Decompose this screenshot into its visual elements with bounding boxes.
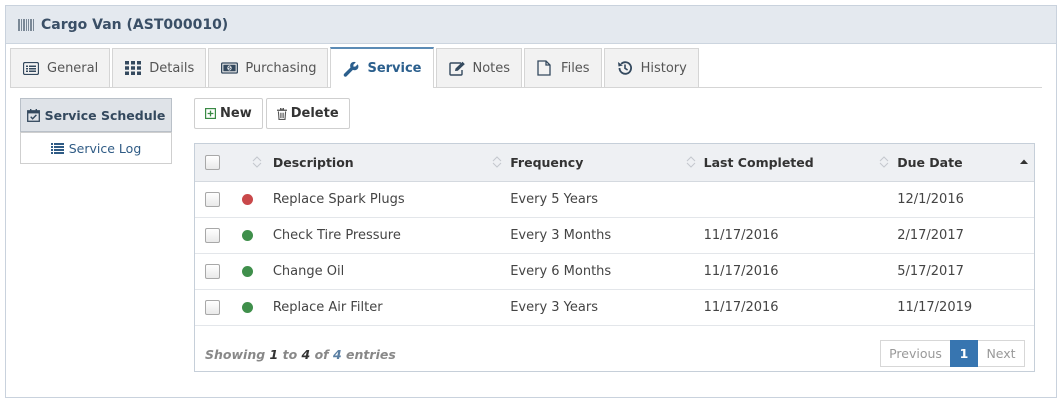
trash-icon xyxy=(276,107,287,120)
tab-service-label: Service xyxy=(367,61,422,76)
barcode-icon xyxy=(18,18,34,31)
row-due-date: 11/17/2019 xyxy=(897,299,973,315)
column-header-last-completed-label: Last Completed xyxy=(703,155,814,170)
new-button[interactable]: New xyxy=(194,98,263,129)
new-button-label: New xyxy=(220,106,252,121)
table-row[interactable]: Replace Air Filter Every 3 Years 11/17/2… xyxy=(195,289,1034,325)
tab-details[interactable]: Details xyxy=(112,48,207,87)
row-description: Check Tire Pressure xyxy=(272,227,401,243)
row-due-date: 12/1/2016 xyxy=(897,191,964,207)
sort-both-icon xyxy=(252,156,262,168)
tab-purchasing[interactable]: $ Purchasing xyxy=(208,48,329,87)
column-header-frequency[interactable]: Frequency xyxy=(510,144,704,182)
entries-info-of-word: of xyxy=(314,347,329,362)
page-1-button[interactable]: 1 xyxy=(950,340,978,367)
row-last-completed xyxy=(704,181,898,217)
sort-both-icon xyxy=(686,156,695,168)
row-due-date: 2/17/2017 xyxy=(897,227,964,243)
plus-square-icon xyxy=(205,108,216,119)
entries-info-to: 4 xyxy=(301,347,311,362)
tab-notes-label: Notes xyxy=(472,60,511,76)
table-row[interactable]: Change Oil Every 6 Months 11/17/2016 5/1… xyxy=(195,253,1034,289)
tab-purchasing-label: Purchasing xyxy=(245,60,317,76)
service-side-nav: Service Schedule Service Log xyxy=(20,98,172,164)
history-icon xyxy=(617,61,634,76)
calendar-check-icon xyxy=(26,108,40,122)
money-icon: $ xyxy=(221,61,239,76)
tab-service[interactable]: Service xyxy=(330,47,434,88)
next-page-button[interactable]: Next xyxy=(978,340,1025,367)
service-log-button[interactable]: Service Log xyxy=(20,132,172,164)
list-alt-icon xyxy=(23,61,40,76)
tab-files[interactable]: Files xyxy=(524,48,602,87)
column-header-description[interactable]: Description xyxy=(272,144,511,182)
row-description: Replace Spark Plugs xyxy=(272,191,405,207)
entries-info: Showing 1 to 4 of 4 entries xyxy=(205,347,396,362)
table-row[interactable]: Replace Spark Plugs Every 5 Years 12/1/2… xyxy=(195,181,1034,217)
file-icon xyxy=(537,60,554,76)
row-due-date: 5/17/2017 xyxy=(897,263,964,279)
column-header-description-label: Description xyxy=(272,155,354,170)
toolbar: New Delete xyxy=(194,98,353,129)
grid-icon xyxy=(125,61,142,76)
row-frequency: Every 3 Years xyxy=(510,299,598,315)
row-checkbox[interactable] xyxy=(205,263,220,279)
panel-header: Cargo Van (AST000010) xyxy=(6,6,1056,44)
row-checkbox[interactable] xyxy=(205,299,220,315)
service-schedule-button[interactable]: Service Schedule xyxy=(20,98,172,132)
sort-asc-icon xyxy=(1020,159,1028,164)
row-description: Replace Air Filter xyxy=(272,299,383,315)
pagination: Previous 1 Next xyxy=(880,340,1025,367)
row-last-completed: 11/17/2016 xyxy=(703,227,779,243)
tab-bar: General Details $ Purchasing Service Not… xyxy=(10,47,1042,88)
row-frequency: Every 3 Months xyxy=(510,227,612,243)
row-description: Change Oil xyxy=(272,263,345,279)
entries-info-to-word: to xyxy=(282,347,298,362)
row-last-completed: 11/17/2016 xyxy=(703,263,779,279)
table-footer: Showing 1 to 4 of 4 entries Previous 1 N… xyxy=(195,334,1034,372)
select-all-header xyxy=(195,144,235,182)
column-header-due-date[interactable]: Due Date xyxy=(897,144,1034,182)
page-title: Cargo Van (AST000010) xyxy=(41,16,229,33)
tab-notes[interactable]: Notes xyxy=(435,48,523,87)
column-header-frequency-label: Frequency xyxy=(510,155,584,170)
delete-button-label: Delete xyxy=(290,106,339,121)
entries-info-suffix: entries xyxy=(346,347,396,362)
wrench-icon xyxy=(343,61,360,77)
status-dot xyxy=(241,301,253,313)
column-header-due-date-label: Due Date xyxy=(897,155,963,170)
entries-info-prefix: Showing xyxy=(205,347,266,362)
tab-history[interactable]: History xyxy=(603,48,699,87)
row-checkbox[interactable] xyxy=(205,227,220,243)
list-icon xyxy=(50,142,64,154)
table-header-row: Description Frequency Last Completed Due… xyxy=(195,144,1034,182)
column-header-last-completed[interactable]: Last Completed xyxy=(703,144,898,182)
service-log-label: Service Log xyxy=(68,140,142,156)
row-checkbox[interactable] xyxy=(205,191,220,207)
service-schedule-table: Description Frequency Last Completed Due… xyxy=(194,143,1035,372)
status-dot xyxy=(241,193,253,205)
delete-button[interactable]: Delete xyxy=(265,98,350,129)
entries-info-from: 1 xyxy=(269,347,279,362)
service-schedule-label: Service Schedule xyxy=(44,107,166,123)
status-header[interactable] xyxy=(234,144,273,182)
tab-files-label: Files xyxy=(561,60,590,76)
status-dot xyxy=(241,265,253,277)
row-frequency: Every 6 Months xyxy=(510,263,612,279)
tab-general[interactable]: General xyxy=(10,48,111,87)
svg-text:$: $ xyxy=(228,66,231,72)
status-dot xyxy=(241,229,253,241)
table-row[interactable]: Check Tire Pressure Every 3 Months 11/17… xyxy=(195,217,1034,253)
tab-general-label: General xyxy=(47,60,99,76)
row-frequency: Every 5 Years xyxy=(510,191,598,207)
previous-page-button[interactable]: Previous xyxy=(880,340,950,367)
tab-history-label: History xyxy=(640,60,687,76)
row-last-completed: 11/17/2016 xyxy=(703,299,779,315)
entries-info-total: 4 xyxy=(332,347,342,362)
select-all-checkbox[interactable] xyxy=(205,155,220,170)
edit-icon xyxy=(448,61,466,76)
sort-both-icon xyxy=(879,156,889,168)
tab-details-label: Details xyxy=(149,60,195,76)
sort-both-icon xyxy=(492,156,502,168)
